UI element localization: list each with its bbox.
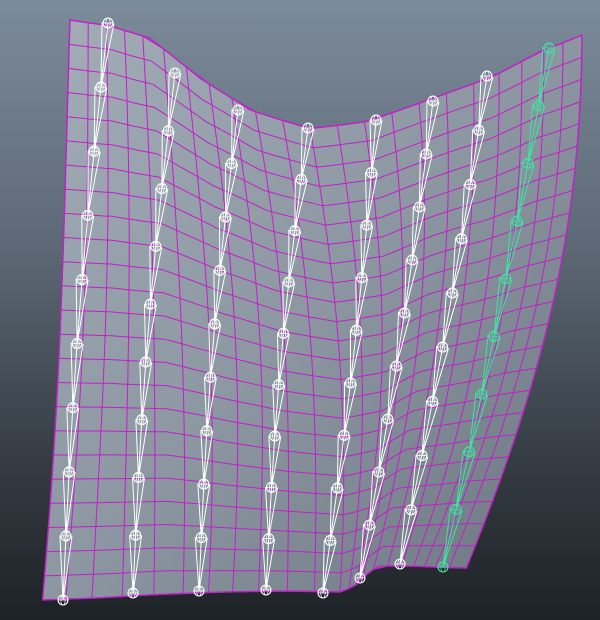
- 3d-viewport[interactable]: [0, 0, 600, 620]
- viewport-scene[interactable]: [0, 0, 600, 620]
- cloth-mesh[interactable]: [41, 19, 583, 601]
